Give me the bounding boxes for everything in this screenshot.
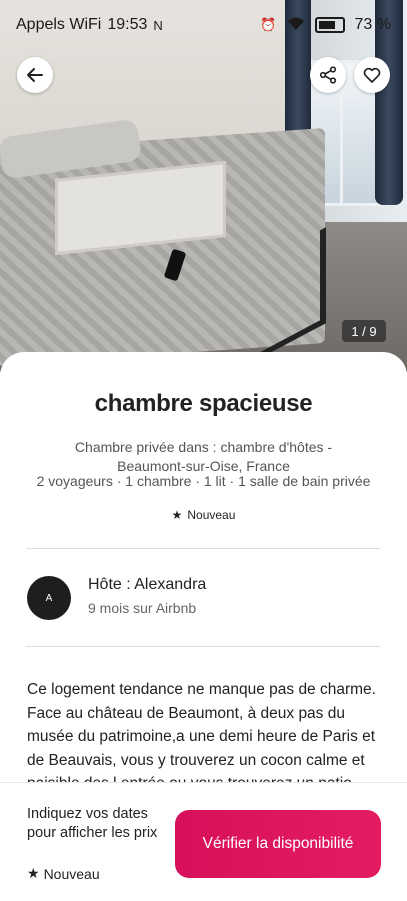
host-meta: 9 mois sur Airbnb	[88, 600, 197, 616]
photo-counter: 1 / 9	[342, 320, 386, 342]
carrier-label: Appels WiFi	[16, 16, 102, 33]
heart-icon	[363, 67, 381, 83]
share-button[interactable]	[310, 57, 346, 93]
star-icon: ★	[27, 865, 40, 881]
wifi-icon	[287, 17, 305, 34]
share-icon	[319, 66, 337, 84]
divider	[26, 548, 380, 549]
listing-details: 2 voyageurs · 1 chambre · 1 lit · 1 sall…	[36, 473, 371, 489]
nfc-icon: N	[153, 17, 163, 33]
clock: 19:53	[107, 16, 148, 33]
listing-description: Ce logement tendance ne manque pas de ch…	[27, 681, 376, 792]
dates-prompt: Indiquez vos dates pour afficher les pri…	[27, 806, 158, 841]
back-button[interactable]	[17, 57, 53, 93]
listing-title: chambre spacieuse	[94, 390, 313, 417]
listing-card: chambre spacieuse Chambre privée dans : …	[0, 352, 407, 792]
avatar[interactable]: A	[27, 576, 71, 620]
listing-subtitle: Chambre privée dans : chambre d'hôtes - …	[74, 439, 333, 474]
check-availability-button[interactable]: Vérifier la disponibilité	[175, 810, 381, 878]
status-bar: Appels WiFi 19:53 N ⏰ 73 %	[0, 0, 407, 50]
alarm-icon: ⏰	[260, 17, 277, 32]
host-name[interactable]: Hôte : Alexandra	[88, 576, 206, 594]
battery-icon	[314, 17, 345, 33]
star-icon: ★	[171, 508, 183, 522]
divider	[26, 646, 380, 647]
battery-percent: 73 %	[354, 16, 391, 33]
back-arrow-icon	[27, 68, 43, 82]
favorite-button[interactable]	[354, 57, 390, 93]
bottom-new-label: Nouveau	[43, 865, 100, 882]
bottom-new-badge: ★ Nouveau	[27, 865, 100, 882]
new-badge-label: Nouveau	[187, 508, 236, 522]
booking-bar: Indiquez vos dates pour afficher les pri…	[0, 782, 407, 901]
listing-photo[interactable]	[0, 0, 407, 372]
new-badge: ★ Nouveau	[0, 508, 407, 522]
